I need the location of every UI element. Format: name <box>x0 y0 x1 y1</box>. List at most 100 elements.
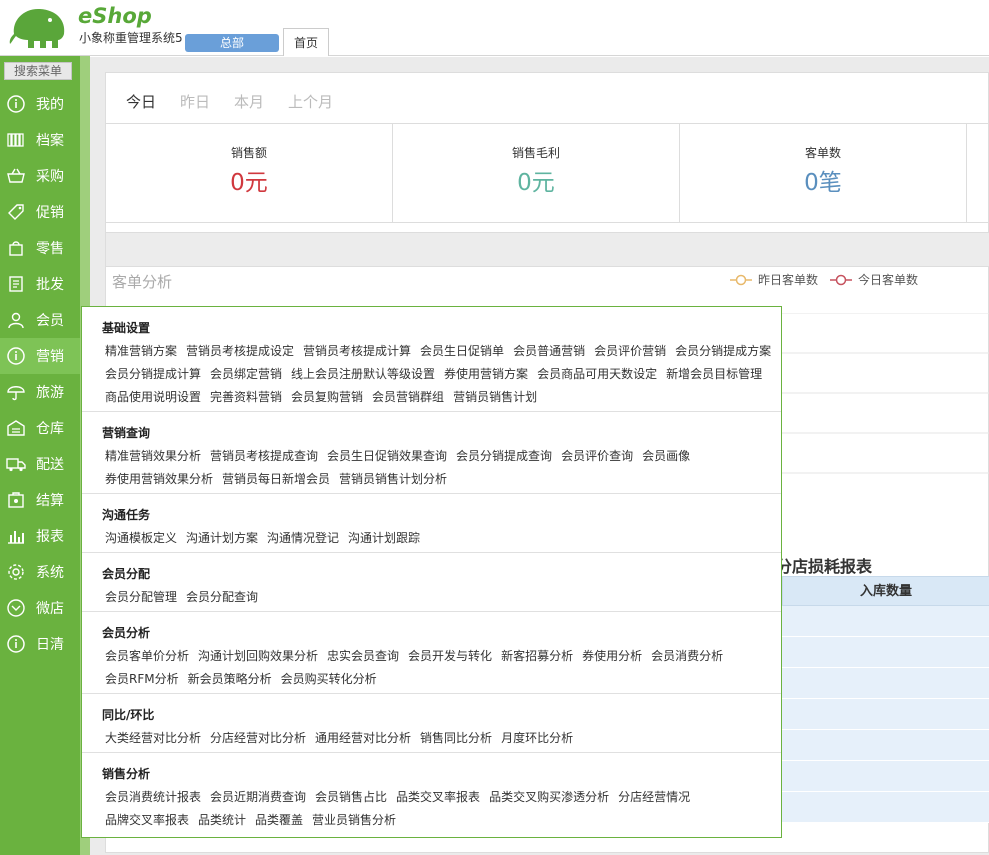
menu-item[interactable]: 精准营销效果分析 <box>105 447 201 465</box>
sidebar-item-reports[interactable]: 报表 <box>0 518 80 554</box>
menu-section-title: 基础设置 <box>102 321 151 335</box>
menu-item[interactable]: 忠实会员查询 <box>327 647 399 665</box>
menu-item[interactable]: 新会员策略分析 <box>188 670 272 688</box>
sidebar-item-purchase[interactable]: 采购 <box>0 158 80 194</box>
menu-item[interactable]: 会员普通营销 <box>513 342 585 360</box>
menu-item[interactable]: 会员开发与转化 <box>408 647 492 665</box>
menu-item[interactable]: 新增会员目标管理 <box>666 365 762 383</box>
kpi-orders: 客单数 0笔 <box>680 124 967 222</box>
menu-item[interactable]: 会员生日促销效果查询 <box>327 447 447 465</box>
menu-item[interactable]: 会员评价查询 <box>561 447 633 465</box>
menu-item[interactable]: 品类覆盖 <box>255 811 303 829</box>
tab-yesterday[interactable]: 昨日 <box>180 91 210 112</box>
sidebar-item-delivery[interactable]: 配送 <box>0 446 80 482</box>
sidebar-item-travel[interactable]: 旅游 <box>0 374 80 410</box>
menu-item[interactable]: 线上会员注册默认等级设置 <box>291 365 435 383</box>
menu-section-items: 会员分配管理 会员分配查询 <box>102 588 781 606</box>
menu-item[interactable]: 会员分配管理 <box>105 588 177 606</box>
menu-item[interactable]: 营业员销售分析 <box>312 811 396 829</box>
legend-item-yesterday[interactable]: 昨日客单数 <box>730 271 818 288</box>
sidebar-item-settlement[interactable]: 结算 <box>0 482 80 518</box>
sidebar-item-member[interactable]: 会员 <box>0 302 80 338</box>
sidebar-item-microstore[interactable]: 微店 <box>0 590 80 626</box>
tab-last-month[interactable]: 上个月 <box>288 91 333 112</box>
legend-item-today[interactable]: 今日客单数 <box>830 271 918 288</box>
table-row <box>782 792 989 823</box>
tab-today[interactable]: 今日 <box>126 91 156 112</box>
sidebar-item-retail[interactable]: 零售 <box>0 230 80 266</box>
menu-item[interactable]: 完善资料营销 <box>210 388 282 406</box>
sidebar-item-label: 日清 <box>36 637 64 653</box>
menu-item[interactable]: 会员营销群组 <box>372 388 444 406</box>
menu-item[interactable]: 品类交叉购买渗透分析 <box>489 788 609 806</box>
menu-item[interactable]: 沟通情况登记 <box>267 529 339 547</box>
menu-item[interactable]: 营销员考核提成计算 <box>303 342 411 360</box>
menu-item[interactable]: 沟通计划跟踪 <box>348 529 420 547</box>
menu-item[interactable]: 会员生日促销单 <box>420 342 504 360</box>
menu-section-items: 大类经营对比分析 分店经营对比分析 通用经营对比分析 销售同比分析 月度环比分析 <box>102 729 781 747</box>
section-divider-band <box>106 232 989 267</box>
menu-item[interactable]: 会员分销提成查询 <box>456 447 552 465</box>
menu-item[interactable]: 分店经营对比分析 <box>210 729 306 747</box>
sidebar-item-system[interactable]: 系统 <box>0 554 80 590</box>
menu-item[interactable]: 营销员销售计划分析 <box>339 470 447 488</box>
search-menu-button[interactable]: 搜索菜单 <box>4 62 72 80</box>
gear-icon <box>6 562 26 582</box>
menu-item[interactable]: 品牌交叉率报表 <box>105 811 189 829</box>
menu-item[interactable]: 会员消费分析 <box>651 647 723 665</box>
menu-section-items: 精准营销效果分析 营销员考核提成查询 会员生日促销效果查询 会员分销提成查询 会员评价查… <box>102 447 781 488</box>
menu-item[interactable]: 会员分配查询 <box>186 588 258 606</box>
menu-section-title: 会员分配 <box>102 567 151 581</box>
sidebar-item-archive[interactable]: 档案 <box>0 122 80 158</box>
menu-item[interactable]: 券使用营销效果分析 <box>105 470 213 488</box>
sidebar-item-daily-close[interactable]: 日清 <box>0 626 80 662</box>
menu-item[interactable]: 营销员考核提成设定 <box>186 342 294 360</box>
tab-this-month[interactable]: 本月 <box>234 91 264 112</box>
menu-item[interactable]: 品类统计 <box>198 811 246 829</box>
sidebar-item-label: 会员 <box>36 313 64 329</box>
menu-item[interactable]: 营销员考核提成查询 <box>210 447 318 465</box>
menu-item[interactable]: 会员画像 <box>642 447 690 465</box>
tab-home[interactable]: 首页 <box>283 28 329 56</box>
menu-item[interactable]: 会员分销提成计算 <box>105 365 201 383</box>
menu-item[interactable]: 会员消费统计报表 <box>105 788 201 806</box>
menu-item[interactable]: 大类经营对比分析 <box>105 729 201 747</box>
menu-item[interactable]: 沟通计划方案 <box>186 529 258 547</box>
sidebar: 搜索菜单 我的 档案 采购 促销 零售 批发 会员 营销 旅游 仓库 配送 结算… <box>0 56 80 855</box>
menu-item[interactable]: 会员销售占比 <box>315 788 387 806</box>
legend-marker-icon <box>730 274 752 285</box>
menu-item[interactable]: 通用经营对比分析 <box>315 729 411 747</box>
menu-item[interactable]: 沟通模板定义 <box>105 529 177 547</box>
menu-item[interactable]: 会员商品可用天数设定 <box>537 365 657 383</box>
menu-item[interactable]: 营销员销售计划 <box>453 388 537 406</box>
menu-item[interactable]: 会员分销提成方案 <box>675 342 771 360</box>
menu-item[interactable]: 分店经营情况 <box>618 788 690 806</box>
menu-item[interactable]: 营销员每日新增会员 <box>222 470 330 488</box>
info-icon <box>6 346 26 366</box>
sidebar-item-promotion[interactable]: 促销 <box>0 194 80 230</box>
settle-icon <box>6 490 26 510</box>
menu-item[interactable]: 新客招募分析 <box>501 647 573 665</box>
sidebar-item-mine[interactable]: 我的 <box>0 86 80 122</box>
menu-item[interactable]: 会员RFM分析 <box>105 670 179 688</box>
hq-button[interactable]: 总部 <box>185 34 279 52</box>
sidebar-item-warehouse[interactable]: 仓库 <box>0 410 80 446</box>
menu-item[interactable]: 月度环比分析 <box>501 729 573 747</box>
menu-item[interactable]: 券使用分析 <box>582 647 642 665</box>
menu-item[interactable]: 会员绑定营销 <box>210 365 282 383</box>
sidebar-item-marketing[interactable]: 营销 <box>0 338 80 374</box>
menu-item[interactable]: 销售同比分析 <box>420 729 492 747</box>
menu-item[interactable]: 会员客单价分析 <box>105 647 189 665</box>
menu-item[interactable]: 商品使用说明设置 <box>105 388 201 406</box>
menu-item[interactable]: 会员购买转化分析 <box>281 670 377 688</box>
menu-item[interactable]: 精准营销方案 <box>105 342 177 360</box>
menu-item[interactable]: 会员复购营销 <box>291 388 363 406</box>
menu-item[interactable]: 会员近期消费查询 <box>210 788 306 806</box>
sidebar-item-label: 促销 <box>36 205 64 221</box>
menu-item[interactable]: 券使用营销方案 <box>444 365 528 383</box>
sidebar-item-wholesale[interactable]: 批发 <box>0 266 80 302</box>
menu-item[interactable]: 沟通计划回购效果分析 <box>198 647 318 665</box>
menu-section-items: 沟通模板定义 沟通计划方案 沟通情况登记 沟通计划跟踪 <box>102 529 781 547</box>
menu-item[interactable]: 品类交叉率报表 <box>396 788 480 806</box>
menu-item[interactable]: 会员评价营销 <box>594 342 666 360</box>
